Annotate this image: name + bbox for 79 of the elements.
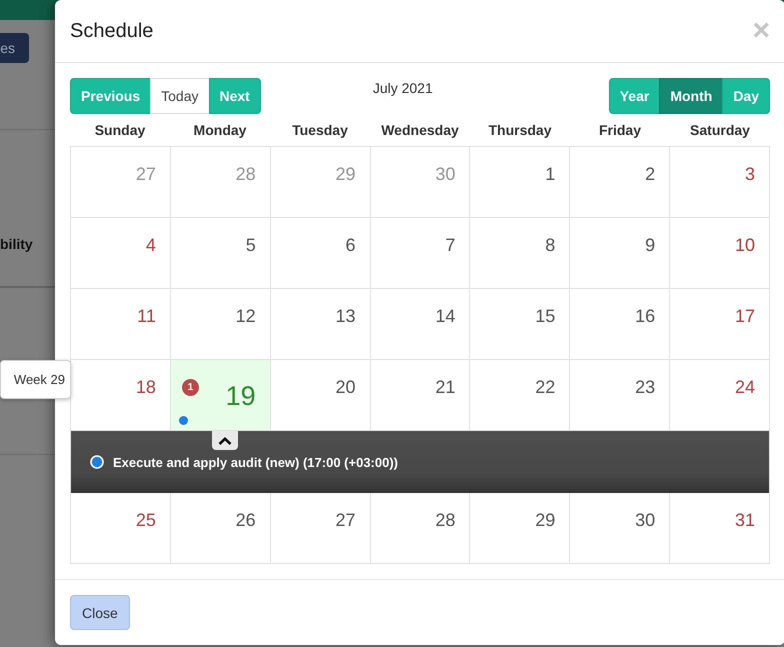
- day-number: 12: [236, 306, 256, 326]
- day-number: 29: [535, 510, 556, 530]
- day-cell[interactable]: 27: [270, 493, 371, 564]
- day-cell[interactable]: 6: [270, 218, 371, 289]
- day-number: 14: [435, 306, 456, 326]
- day-cell[interactable]: 25: [71, 493, 171, 564]
- day-number: 9: [645, 235, 656, 255]
- day-number: 6: [346, 235, 356, 255]
- day-number: 4: [146, 235, 156, 255]
- day-cell[interactable]: 30: [570, 493, 670, 564]
- day-number: 10: [734, 235, 755, 255]
- weekday-header: Friday: [598, 121, 642, 140]
- day-cell[interactable]: 7: [370, 218, 470, 289]
- day-cell[interactable]: 1 19: [170, 360, 271, 431]
- event-link[interactable]: Execute and apply audit (new) (17:00 (+03:00)): [113, 454, 398, 470]
- day-number: 29: [336, 164, 356, 184]
- day-cell[interactable]: 8: [470, 218, 570, 289]
- day-cell[interactable]: 15: [470, 289, 570, 360]
- day-cell[interactable]: 10: [670, 218, 770, 289]
- day-cell[interactable]: 29: [470, 493, 570, 564]
- event-count-badge: 1: [182, 379, 199, 396]
- day-number: 3: [744, 164, 755, 184]
- day-number: 11: [137, 306, 156, 326]
- day-cell[interactable]: 14: [370, 289, 470, 360]
- day-number: 24: [734, 377, 755, 397]
- dialog-title: Schedule: [70, 19, 154, 44]
- day-number: 1: [545, 164, 556, 184]
- day-number: 26: [236, 510, 256, 530]
- day-cell[interactable]: 31: [670, 493, 770, 564]
- day-cell[interactable]: 2: [570, 147, 670, 218]
- day-cell[interactable]: 1: [470, 147, 570, 218]
- weekday-header: Wednesday: [380, 121, 460, 140]
- day-cell[interactable]: 11: [71, 289, 171, 360]
- day-number: 18: [136, 377, 156, 397]
- collapse-button[interactable]: [212, 431, 238, 450]
- day-number: 30: [435, 164, 456, 184]
- day-number: 8: [545, 235, 556, 255]
- day-number: 19: [226, 381, 256, 411]
- day-number: 27: [336, 510, 356, 530]
- weekday-header: Monday: [192, 121, 248, 140]
- week-tooltip: Week 29: [0, 360, 71, 399]
- weekday-header: Tuesday: [291, 121, 349, 140]
- period-title: July 2021: [372, 79, 434, 98]
- day-number: 27: [136, 164, 156, 184]
- day-cell[interactable]: 17: [670, 289, 770, 360]
- event-dot-icon: [90, 455, 104, 469]
- day-number: 20: [336, 377, 356, 397]
- day-number: 30: [635, 510, 656, 530]
- day-number: 15: [535, 306, 556, 326]
- day-number: 23: [635, 377, 656, 397]
- weekday-header: Thursday: [487, 121, 552, 140]
- day-number: 22: [535, 377, 556, 397]
- background-label: bility: [0, 236, 33, 252]
- day-cell[interactable]: 9: [570, 218, 670, 289]
- day-cell[interactable]: 13: [270, 289, 371, 360]
- day-number: 25: [136, 510, 156, 530]
- background-button[interactable]: es: [0, 33, 29, 63]
- day-number: 7: [445, 235, 456, 255]
- view-tab[interactable]: Month: [659, 78, 724, 114]
- day-number: 13: [336, 306, 356, 326]
- day-number: 28: [435, 510, 456, 530]
- day-number: 28: [236, 164, 256, 184]
- nav-button[interactable]: Today: [150, 78, 210, 114]
- day-number: 17: [734, 306, 755, 326]
- weekday-header: Saturday: [689, 121, 751, 140]
- weekday-header: Sunday: [94, 121, 146, 140]
- day-number: 2: [645, 164, 656, 184]
- day-cell[interactable]: 26: [170, 493, 271, 564]
- day-cell[interactable]: 28: [370, 493, 470, 564]
- day-cell[interactable]: 4: [71, 218, 171, 289]
- day-number: 16: [635, 306, 656, 326]
- chevron-up-icon: [218, 436, 232, 444]
- day-number: 31: [734, 510, 755, 530]
- day-number: 21: [435, 377, 456, 397]
- day-cell[interactable]: 5: [170, 218, 271, 289]
- day-cell[interactable]: 16: [570, 289, 670, 360]
- footer-close-button[interactable]: Close: [70, 595, 130, 630]
- day-cell[interactable]: 3: [670, 147, 770, 218]
- day-number: 5: [246, 235, 256, 255]
